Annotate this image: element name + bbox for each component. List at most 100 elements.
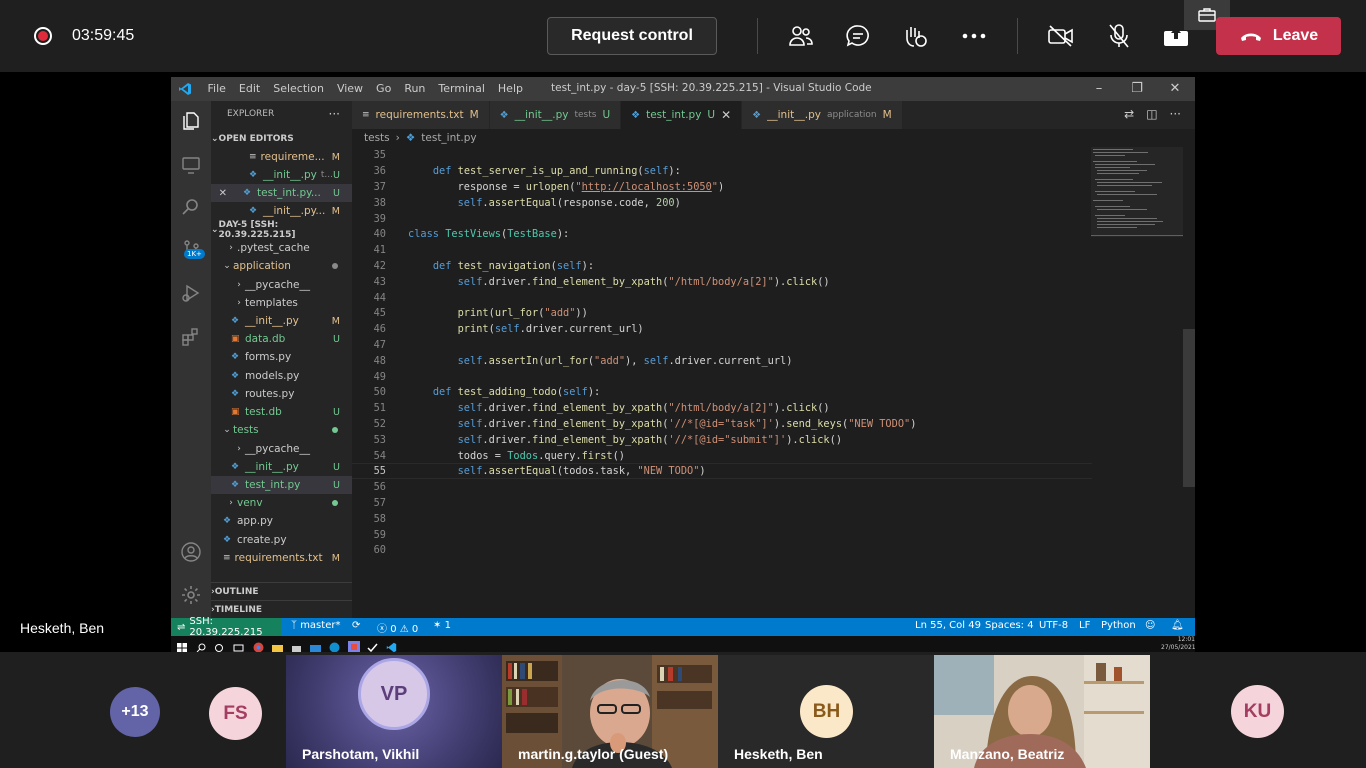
leave-button[interactable]: Leave bbox=[1216, 17, 1341, 55]
tab-requirements[interactable]: ≡ requirements.txt M bbox=[352, 101, 490, 129]
notifications-bell-icon[interactable]: 🔔︎ bbox=[1171, 620, 1184, 631]
request-control-button[interactable]: Request control bbox=[547, 17, 717, 55]
menu-edit[interactable]: Edit bbox=[232, 82, 266, 95]
tree-folder[interactable]: › templates bbox=[211, 294, 352, 312]
encoding[interactable]: UTF-8 bbox=[1039, 620, 1068, 631]
tab-init-application[interactable]: ❖ __init__.py application M bbox=[742, 101, 903, 129]
account-icon[interactable] bbox=[179, 540, 203, 564]
close-icon[interactable]: ✕ bbox=[211, 188, 233, 199]
problems-indicator[interactable]: ⓧ 0 ⚠ 0 bbox=[377, 620, 418, 635]
tree-folder[interactable]: › __pycache__ bbox=[211, 276, 352, 294]
tree-file[interactable]: ❖ models.py bbox=[211, 367, 352, 385]
tree-file[interactable]: ❖ __init__.py M bbox=[211, 312, 352, 330]
cortana-icon[interactable] bbox=[214, 638, 226, 652]
line-ending[interactable]: LF bbox=[1079, 620, 1090, 631]
restore-icon[interactable]: ❐ bbox=[1127, 81, 1147, 96]
tree-folder[interactable]: › venv bbox=[211, 494, 352, 512]
close-tab-icon[interactable]: ✕ bbox=[721, 108, 731, 122]
indentation[interactable]: Spaces: 4 bbox=[985, 620, 1034, 631]
more-icon[interactable]: ··· bbox=[329, 107, 340, 121]
edge-icon[interactable] bbox=[329, 638, 341, 653]
untracked-dot bbox=[332, 500, 338, 507]
minimize-icon[interactable]: – bbox=[1089, 81, 1109, 96]
participant-tile-video[interactable]: martin.g.taylor (Guest) bbox=[502, 655, 718, 768]
tree-file[interactable]: ▣ test.db U bbox=[211, 403, 352, 421]
camera-off-icon[interactable] bbox=[1047, 22, 1075, 50]
remote-indicator[interactable]: ⇌ SSH: 20.39.225.215 bbox=[171, 616, 281, 638]
tree-folder[interactable]: ⌄ application bbox=[211, 257, 352, 275]
settings-gear-icon[interactable] bbox=[179, 583, 203, 607]
participant-tile-bh[interactable]: BH Hesketh, Ben bbox=[718, 655, 934, 768]
tree-file[interactable]: ❖ app.py bbox=[211, 512, 352, 530]
close-window-icon[interactable]: ✕ bbox=[1165, 81, 1185, 96]
compare-changes-icon[interactable]: ⇄ bbox=[1124, 107, 1134, 121]
mic-off-icon[interactable] bbox=[1105, 22, 1133, 50]
git-branch[interactable]: ᛉ master* bbox=[291, 620, 340, 631]
open-editors-header[interactable]: ⌄ OPEN EDITORS bbox=[211, 130, 352, 148]
open-editor-item[interactable]: ❖ __init__.py t... U bbox=[211, 166, 352, 184]
menu-view[interactable]: View bbox=[330, 82, 369, 95]
tree-folder[interactable]: › __pycache__ bbox=[211, 440, 352, 458]
participant-avatar-ku[interactable]: KU bbox=[1231, 685, 1284, 738]
tree-file[interactable]: ▣ data.db U bbox=[211, 330, 352, 348]
checkmark-app-icon[interactable] bbox=[367, 638, 379, 653]
participant-tile-video[interactable]: Manzano, Beatriz bbox=[934, 655, 1150, 768]
store-icon[interactable] bbox=[291, 638, 303, 653]
tree-folder[interactable]: ⌄ tests bbox=[211, 421, 352, 439]
participant-tile-vp[interactable]: VP Parshotam, Vikhil bbox=[286, 655, 502, 768]
menu-help[interactable]: Help bbox=[491, 82, 529, 95]
minimap[interactable] bbox=[1091, 147, 1183, 247]
overflow-participants-button[interactable]: +13 bbox=[110, 687, 160, 737]
participants-icon[interactable] bbox=[787, 22, 815, 50]
more-icon[interactable]: ··· bbox=[1170, 107, 1181, 121]
breadcrumb-folder[interactable]: tests bbox=[364, 132, 390, 144]
menu-run[interactable]: Run bbox=[398, 82, 432, 95]
menu-terminal[interactable]: Terminal bbox=[432, 82, 492, 95]
search-icon[interactable] bbox=[196, 638, 208, 653]
file-explorer-icon[interactable] bbox=[272, 638, 284, 653]
windows-start-icon[interactable] bbox=[177, 638, 189, 653]
mail-icon[interactable] bbox=[310, 638, 322, 652]
reactions-icon[interactable] bbox=[901, 22, 929, 50]
feedback-icon[interactable]: ☺ bbox=[1145, 620, 1155, 631]
extensions-icon[interactable] bbox=[179, 325, 203, 349]
chat-icon[interactable] bbox=[844, 22, 872, 50]
more-actions-icon[interactable] bbox=[960, 22, 988, 50]
ports-indicator[interactable]: ✶ 1 bbox=[433, 620, 451, 631]
split-editor-icon[interactable]: ◫ bbox=[1146, 107, 1157, 121]
tree-file[interactable]: ≡ requirements.txt M bbox=[211, 549, 352, 567]
open-editor-item-active[interactable]: ✕ ❖ test_int.py... U bbox=[211, 184, 352, 203]
participant-avatar-fs[interactable]: FS bbox=[209, 687, 262, 740]
code-editor[interactable]: 35 36 def test_server_is_up_and_running(… bbox=[352, 147, 1092, 617]
menu-go[interactable]: Go bbox=[370, 82, 398, 95]
tree-file-active[interactable]: ❖ test_int.py U bbox=[211, 476, 352, 495]
system-clock[interactable]: 12:01 27/05/2021 bbox=[1161, 636, 1195, 653]
remote-explorer-icon[interactable] bbox=[179, 153, 203, 177]
status-bar: ⇌ SSH: 20.39.225.215 ᛉ master* ⟳ ⓧ 0 ⚠ 0… bbox=[171, 616, 1195, 638]
teams-app-icon[interactable] bbox=[348, 638, 360, 653]
explorer-icon[interactable] bbox=[179, 109, 203, 133]
menu-selection[interactable]: Selection bbox=[267, 82, 331, 95]
breadcrumb-file[interactable]: test_int.py bbox=[421, 132, 476, 144]
sync-icon[interactable]: ⟳ bbox=[352, 620, 360, 631]
tree-file[interactable]: ❖ forms.py bbox=[211, 348, 352, 366]
cursor-position[interactable]: Ln 55, Col 49 bbox=[915, 620, 981, 631]
tree-folder[interactable]: › .pytest_cache bbox=[211, 239, 352, 257]
chrome-icon[interactable] bbox=[253, 638, 265, 653]
workspace-header[interactable]: ⌄ DAY-5 [SSH: 20.39.225.215] bbox=[211, 220, 352, 240]
scrollbar-thumb[interactable] bbox=[1183, 329, 1195, 487]
run-debug-icon[interactable] bbox=[179, 281, 203, 305]
menu-file[interactable]: File bbox=[201, 82, 232, 95]
outline-header[interactable]: › OUTLINE bbox=[211, 582, 352, 600]
search-icon[interactable] bbox=[179, 195, 203, 219]
task-view-icon[interactable] bbox=[233, 638, 245, 652]
tree-file[interactable]: ❖ __init__.py U bbox=[211, 458, 352, 476]
vscode-taskbar-icon[interactable] bbox=[386, 638, 398, 653]
tab-init-tests[interactable]: ❖ __init__.py tests U bbox=[489, 101, 622, 129]
language-mode[interactable]: Python bbox=[1101, 620, 1136, 631]
tree-file[interactable]: ❖ create.py bbox=[211, 531, 352, 549]
tab-test-int[interactable]: ❖ test_int.py U ✕ bbox=[621, 101, 743, 129]
tree-file[interactable]: ❖ routes.py bbox=[211, 385, 352, 403]
open-editor-item[interactable]: ❖ __init__.py... M bbox=[211, 202, 352, 220]
open-editor-item[interactable]: ≡ requireme... M bbox=[211, 148, 352, 166]
